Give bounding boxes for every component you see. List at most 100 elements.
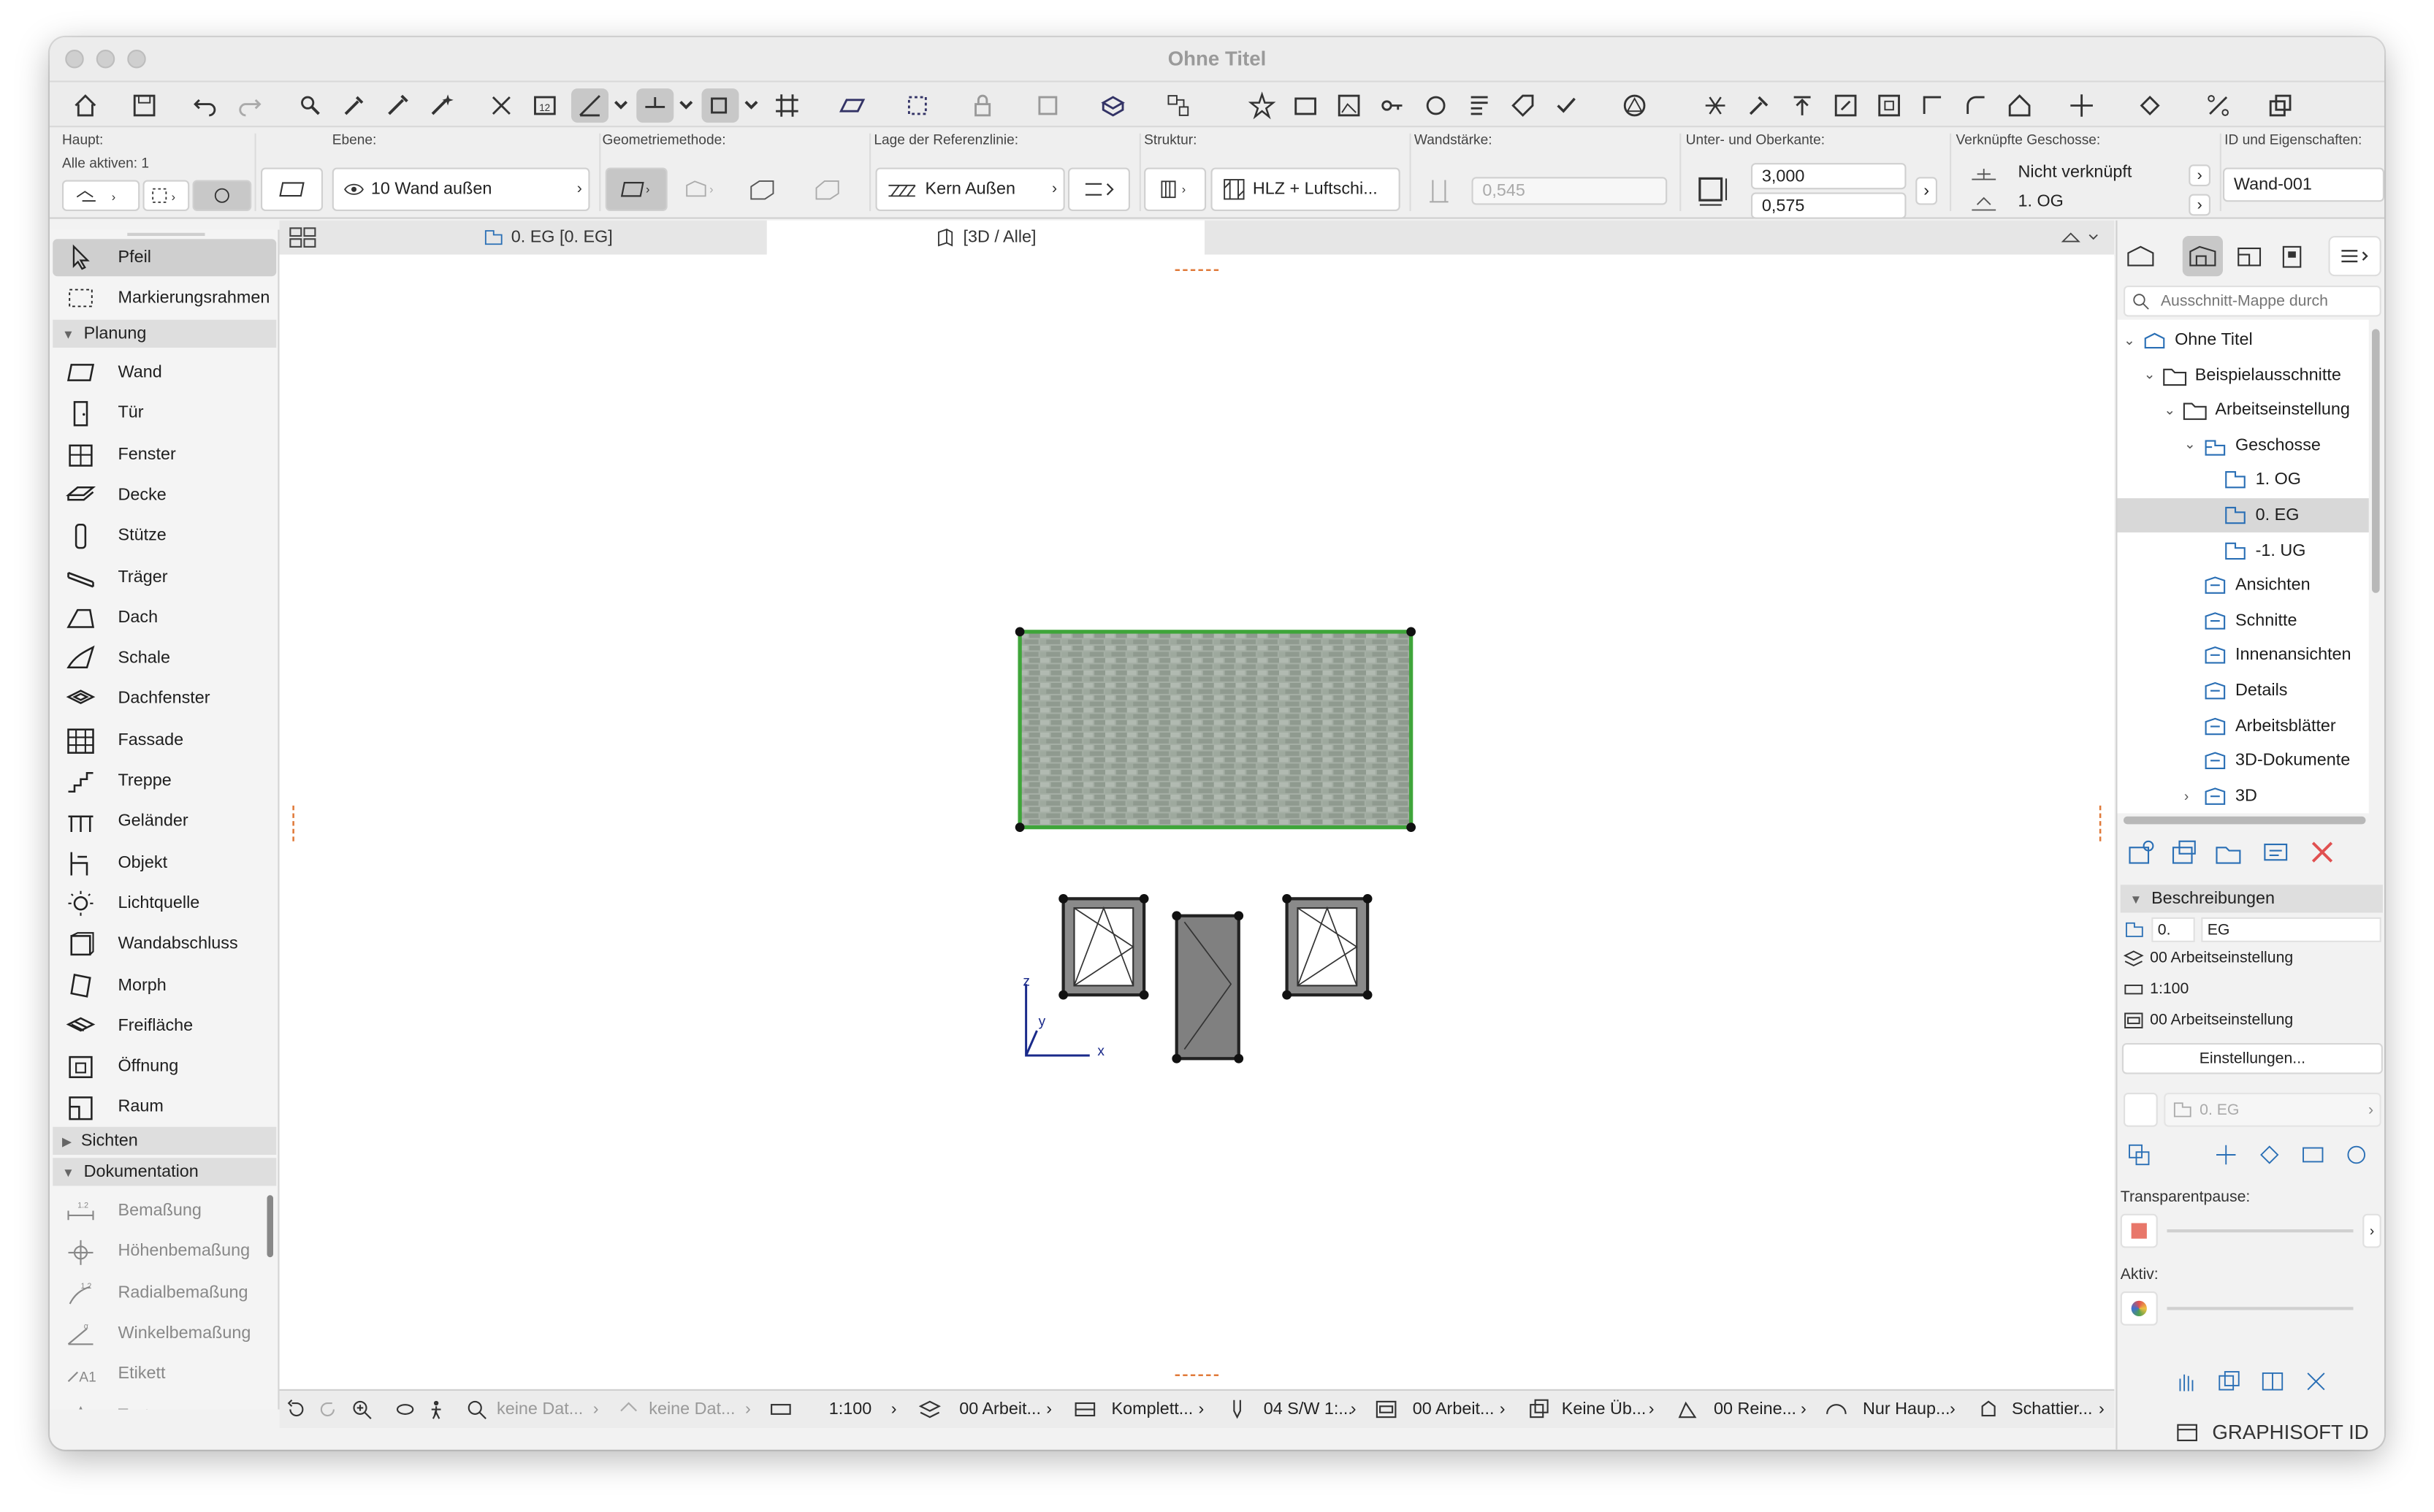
check-icon[interactable] bbox=[1549, 88, 1584, 123]
lock-icon[interactable] bbox=[966, 88, 1000, 123]
redo-view-icon[interactable] bbox=[317, 1391, 348, 1428]
reference-line-select[interactable]: Kern Außen › bbox=[875, 167, 1065, 211]
chevron-down-icon[interactable] bbox=[742, 88, 761, 123]
chevron-down-icon[interactable]: ⌄ bbox=[2124, 332, 2143, 348]
new-view-icon[interactable] bbox=[2126, 839, 2161, 870]
hand-icon[interactable] bbox=[2173, 1369, 2201, 1397]
model-view-row[interactable]: 00 Arbeitseinstellung bbox=[2124, 1012, 2293, 1029]
tool-etikett[interactable]: A1 Etikett bbox=[53, 1356, 276, 1393]
tab-3d-view[interactable]: [3D / Alle] bbox=[766, 220, 1205, 255]
chevron-right-icon[interactable]: › bbox=[2189, 164, 2210, 186]
toolbox-scrollbar[interactable] bbox=[267, 1195, 273, 1258]
save-icon[interactable] bbox=[127, 88, 161, 123]
flip-reference-button[interactable] bbox=[1068, 167, 1130, 211]
group-planung[interactable]: ▼ Planung bbox=[53, 319, 277, 348]
chevron-right-icon[interactable]: › bbox=[1950, 1391, 1956, 1428]
resize-icon[interactable] bbox=[1828, 88, 1863, 123]
suspend-groups-icon[interactable] bbox=[701, 88, 739, 123]
storey-name-field[interactable]: EG bbox=[2201, 917, 2381, 942]
tool-raum[interactable]: Raum bbox=[53, 1088, 276, 1126]
publish-icon[interactable] bbox=[1289, 88, 1323, 123]
geometry-complex-button[interactable] bbox=[804, 168, 851, 212]
copy-trace-icon[interactable] bbox=[2217, 1369, 2245, 1397]
tool-wandabschluss[interactable]: Wandabschluss bbox=[53, 925, 276, 963]
tree-item[interactable]: Innenansichten bbox=[2118, 638, 2369, 673]
tree-item[interactable]: Ansichten bbox=[2118, 568, 2369, 603]
tool-geländer[interactable]: Geländer bbox=[53, 803, 276, 840]
zoom-fit-icon[interactable] bbox=[466, 1391, 497, 1428]
roof-icon[interactable] bbox=[2002, 88, 2037, 123]
tool-dachfenster[interactable]: Dachfenster bbox=[53, 681, 276, 718]
split-icon[interactable] bbox=[1698, 88, 1733, 123]
percent-icon[interactable] bbox=[2201, 88, 2235, 123]
marquee-icon[interactable] bbox=[901, 88, 935, 123]
undo-icon[interactable] bbox=[188, 88, 222, 123]
reset-trace-icon[interactable] bbox=[2344, 1142, 2372, 1170]
status-override[interactable]: Keine Üb... bbox=[1562, 1391, 1647, 1428]
syringe-icon[interactable] bbox=[381, 88, 415, 123]
geometry-trapezoid-button[interactable]: › bbox=[671, 168, 730, 212]
navigator-search-input[interactable] bbox=[2157, 291, 2380, 312]
status-scale[interactable]: 1:100 bbox=[829, 1391, 872, 1428]
beschreibungen-header[interactable]: ▼ Beschreibungen bbox=[2120, 885, 2383, 913]
trace-view-button[interactable] bbox=[2124, 1093, 2158, 1127]
chevron-right-icon[interactable]: › bbox=[1199, 1391, 1205, 1428]
status-keine-1[interactable]: keine Dat... bbox=[497, 1391, 583, 1428]
new-folder-icon[interactable] bbox=[2213, 839, 2248, 870]
element-id-input[interactable]: Wand-001 bbox=[2223, 167, 2384, 202]
trace-icon[interactable] bbox=[484, 88, 519, 123]
home-icon[interactable] bbox=[69, 88, 103, 123]
tool-morph[interactable]: Morph bbox=[53, 966, 276, 1004]
elevate-icon[interactable] bbox=[1785, 88, 1820, 123]
status-layer[interactable]: 00 Arbeit... bbox=[959, 1391, 1041, 1428]
chevron-down-icon[interactable]: ⌄ bbox=[2144, 367, 2163, 383]
chevron-right-icon[interactable]: › bbox=[745, 1391, 751, 1428]
tree-item[interactable]: 3D-Dokumente bbox=[2118, 744, 2369, 778]
trace-reference-select[interactable]: 0. EG › bbox=[2164, 1093, 2381, 1127]
tree-item[interactable]: › 3D bbox=[2118, 779, 2369, 813]
tool-text[interactable]: Text bbox=[53, 1396, 276, 1410]
tree-scrollbar[interactable] bbox=[2372, 329, 2380, 593]
view-map-icon[interactable] bbox=[2182, 236, 2223, 277]
layer-combination-row[interactable]: 00 Arbeitseinstellung bbox=[2124, 950, 2293, 967]
undo-view-icon[interactable] bbox=[286, 1391, 317, 1428]
find-select-icon[interactable] bbox=[294, 88, 328, 123]
tool-pfeil[interactable]: Pfeil bbox=[53, 239, 277, 277]
structure-type-button[interactable]: › bbox=[1144, 167, 1207, 211]
editing-plane-icon[interactable] bbox=[835, 88, 869, 123]
trace-color-button[interactable] bbox=[2120, 1213, 2158, 1248]
wall-favorite-button[interactable] bbox=[261, 167, 323, 211]
rotate-icon[interactable] bbox=[2133, 88, 2167, 123]
tool-fassade[interactable]: Fassade bbox=[53, 721, 276, 758]
selection-hotspot[interactable] bbox=[1406, 822, 1416, 832]
chevron-right-icon[interactable]: › bbox=[1915, 177, 1937, 205]
move-icon[interactable] bbox=[2064, 88, 2099, 123]
tool-treppe[interactable]: Treppe bbox=[53, 762, 276, 799]
status-haupt[interactable]: Nur Haup... bbox=[1863, 1391, 1950, 1428]
delete-icon[interactable] bbox=[2307, 839, 2341, 870]
layer-icon[interactable] bbox=[1031, 88, 1065, 123]
duplicate-icon[interactable] bbox=[2263, 88, 2297, 123]
chevron-right-icon[interactable]: › bbox=[1801, 1391, 1807, 1428]
chevron-right-icon[interactable]: › bbox=[593, 1391, 599, 1428]
status-komplett[interactable]: Komplett... bbox=[1112, 1391, 1194, 1428]
tree-item[interactable]: ⌄ Geschosse bbox=[2118, 428, 2369, 462]
triangle-icon[interactable] bbox=[1617, 88, 1652, 123]
selection-hotspot[interactable] bbox=[1015, 627, 1025, 637]
geometry-straight-button[interactable]: › bbox=[605, 167, 668, 211]
chevron-right-icon[interactable]: › bbox=[1649, 1391, 1655, 1428]
chevron-right-icon[interactable]: › bbox=[891, 1391, 897, 1428]
redo-icon[interactable] bbox=[233, 88, 267, 123]
scale-row[interactable]: 1:100 bbox=[2124, 981, 2189, 998]
einstellungen-button[interactable]: Einstellungen... bbox=[2121, 1043, 2383, 1074]
chevron-right-icon[interactable]: › bbox=[2362, 1213, 2381, 1248]
properties-icon[interactable] bbox=[2260, 839, 2294, 870]
offset-icon[interactable] bbox=[1915, 88, 1950, 123]
tool-bemaßung[interactable]: 1.2 Bemaßung bbox=[53, 1192, 276, 1229]
active-color-button[interactable] bbox=[2120, 1291, 2158, 1326]
tree-h-scrollbar[interactable] bbox=[2124, 816, 2366, 825]
chevron-down-icon[interactable] bbox=[611, 88, 630, 123]
clear-trace-icon[interactable] bbox=[2304, 1369, 2332, 1397]
tag-icon[interactable] bbox=[1506, 88, 1540, 123]
tool-objekt[interactable]: Objekt bbox=[53, 844, 276, 881]
